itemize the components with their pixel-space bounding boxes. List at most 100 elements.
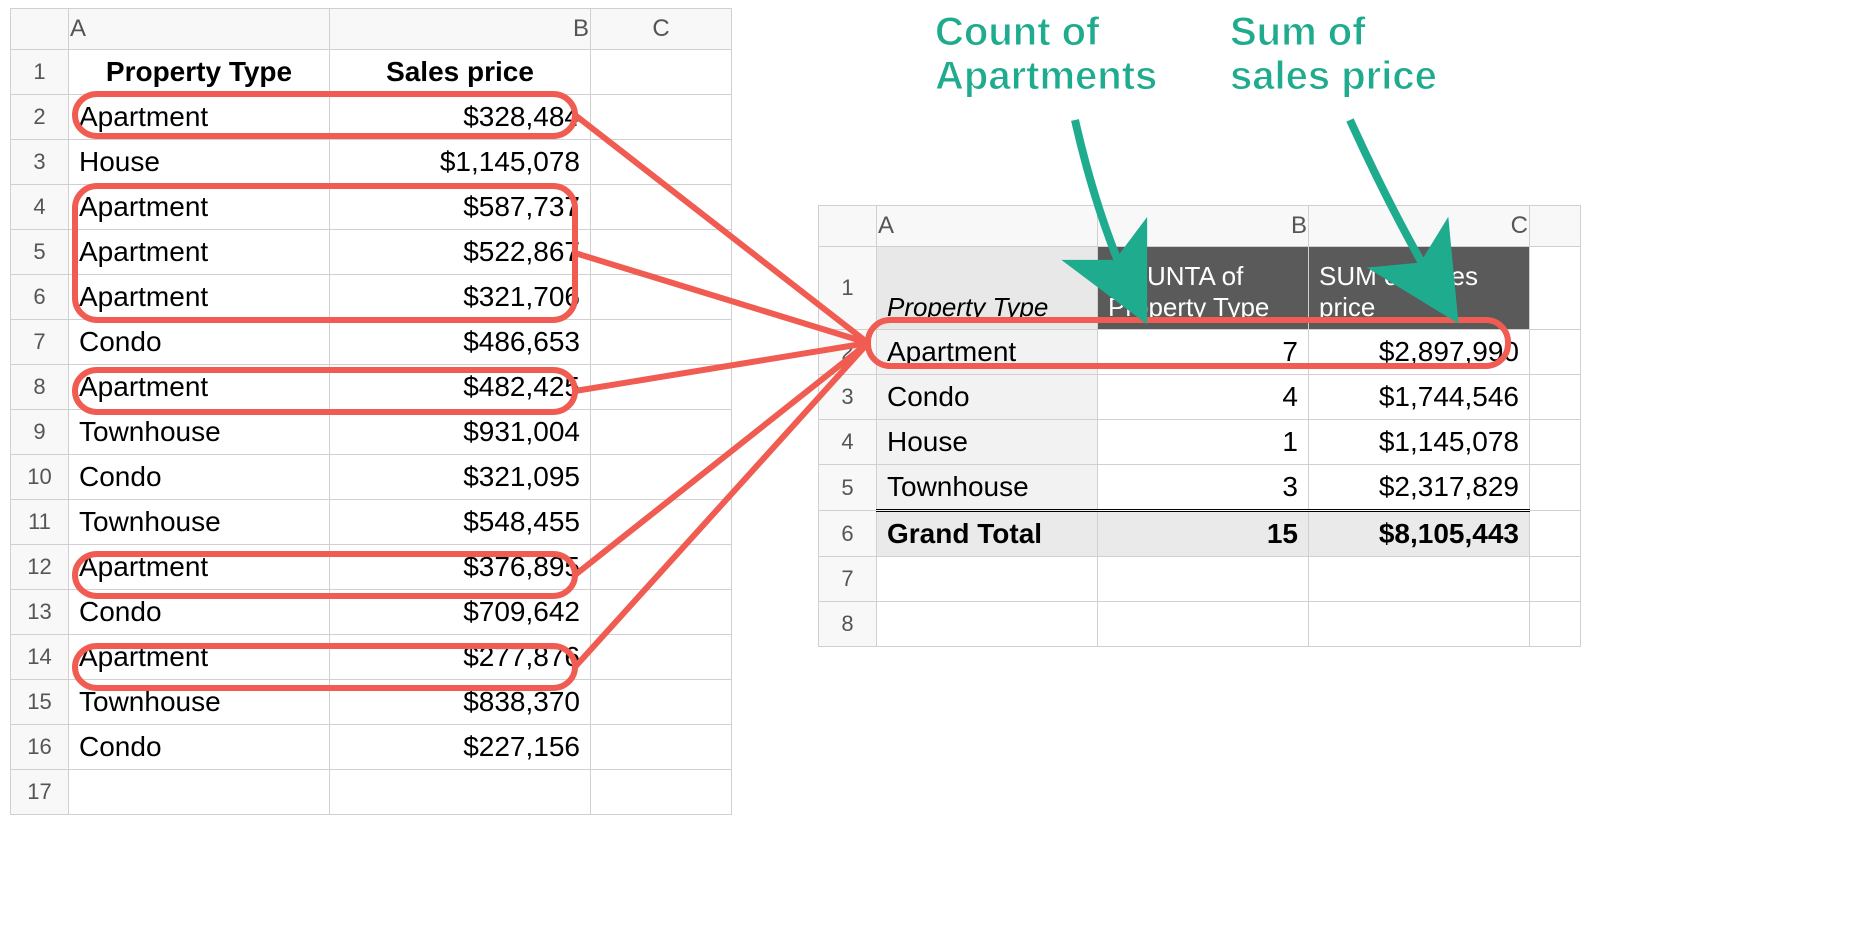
row-header-16[interactable]: 16 [11,725,69,770]
empty-cell[interactable] [1098,557,1309,602]
empty-cell[interactable] [591,50,732,95]
cell-property-type[interactable]: Condo [69,320,330,365]
empty-cell[interactable] [591,275,732,320]
pvt-row-header-8[interactable]: 8 [819,602,877,647]
empty-cell[interactable] [1530,247,1581,330]
row-header-12[interactable]: 12 [11,545,69,590]
row-header-1[interactable]: 1 [11,50,69,95]
pivot-table[interactable]: A B C 1 Property Type COUNTA of Property… [818,205,1581,647]
row-header-4[interactable]: 4 [11,185,69,230]
empty-cell[interactable] [591,185,732,230]
empty-cell[interactable] [591,590,732,635]
cell-sales-price[interactable]: $548,455 [330,500,591,545]
pvt-col-header-extra[interactable] [1530,206,1581,247]
cell-sales-price[interactable]: $1,145,078 [330,140,591,185]
pvt-cell-sum[interactable]: $2,317,829 [1309,465,1530,511]
row-header-11[interactable]: 11 [11,500,69,545]
empty-cell[interactable] [1530,511,1581,557]
pvt-row-header-4[interactable]: 4 [819,420,877,465]
cell-property-type[interactable]: Apartment [69,275,330,320]
empty-cell[interactable] [330,770,591,815]
source-data-table[interactable]: A B C 1 Property Type Sales price 2Apart… [10,8,732,815]
pvt-cell-type[interactable]: Townhouse [877,465,1098,511]
empty-cell[interactable] [591,545,732,590]
pvt-col-header-A[interactable]: A [877,206,1098,247]
row-header-2[interactable]: 2 [11,95,69,140]
pvt-cell-type[interactable]: House [877,420,1098,465]
cell-sales-price[interactable]: $838,370 [330,680,591,725]
cell-sales-price[interactable]: $227,156 [330,725,591,770]
cell-property-type[interactable]: Apartment [69,635,330,680]
empty-cell[interactable] [591,500,732,545]
empty-cell[interactable] [591,230,732,275]
empty-cell[interactable] [591,365,732,410]
cell-sales-price[interactable]: $522,867 [330,230,591,275]
empty-cell[interactable] [591,410,732,455]
cell-property-type[interactable]: Townhouse [69,500,330,545]
pvt-row-header-1[interactable]: 1 [819,247,877,330]
cell-property-type[interactable]: Apartment [69,95,330,140]
cell-property-type[interactable]: Townhouse [69,680,330,725]
pvt-cell-type[interactable]: Condo [877,375,1098,420]
pvt-row-header-2[interactable]: 2 [819,330,877,375]
empty-cell[interactable] [1530,375,1581,420]
pvt-cell-count[interactable]: 4 [1098,375,1309,420]
pvt-row-header-5[interactable]: 5 [819,465,877,511]
pvt-cell-count[interactable]: 3 [1098,465,1309,511]
empty-cell[interactable] [1530,465,1581,511]
cell-sales-price[interactable]: $931,004 [330,410,591,455]
empty-cell[interactable] [591,725,732,770]
empty-cell[interactable] [1530,330,1581,375]
row-header-5[interactable]: 5 [11,230,69,275]
row-header-6[interactable]: 6 [11,275,69,320]
row-header-13[interactable]: 13 [11,590,69,635]
cell-sales-price[interactable]: $376,895 [330,545,591,590]
cell-property-type[interactable]: Condo [69,725,330,770]
cell-property-type[interactable]: Apartment [69,365,330,410]
pvt-col-header-B[interactable]: B [1098,206,1309,247]
row-header-15[interactable]: 15 [11,680,69,725]
empty-cell[interactable] [877,557,1098,602]
empty-cell[interactable] [1530,602,1581,647]
col-header-A[interactable]: A [69,9,330,50]
pvt-row-header-6[interactable]: 6 [819,511,877,557]
empty-cell[interactable] [591,455,732,500]
pvt-header-property-type[interactable]: Property Type [877,247,1098,330]
cell-property-type[interactable]: Townhouse [69,410,330,455]
cell-property-type[interactable]: Apartment [69,545,330,590]
empty-cell[interactable] [1530,557,1581,602]
pvt-cell-type[interactable]: Apartment [877,330,1098,375]
cell-sales-price[interactable]: $321,706 [330,275,591,320]
pvt-total-sum[interactable]: $8,105,443 [1309,511,1530,557]
pvt-col-header-C[interactable]: C [1309,206,1530,247]
cell-sales-price[interactable]: $587,737 [330,185,591,230]
row-header-14[interactable]: 14 [11,635,69,680]
header-property-type[interactable]: Property Type [69,50,330,95]
empty-cell[interactable] [591,95,732,140]
pvt-total-count[interactable]: 15 [1098,511,1309,557]
cell-property-type[interactable]: Condo [69,590,330,635]
pvt-cell-sum[interactable]: $2,897,990 [1309,330,1530,375]
cell-sales-price[interactable]: $482,425 [330,365,591,410]
pvt-row-header-7[interactable]: 7 [819,557,877,602]
row-header-17[interactable]: 17 [11,770,69,815]
pvt-total-label[interactable]: Grand Total [877,511,1098,557]
pvt-cell-sum[interactable]: $1,744,546 [1309,375,1530,420]
cell-sales-price[interactable]: $328,484 [330,95,591,140]
empty-cell[interactable] [591,635,732,680]
corner-cell[interactable] [11,9,69,50]
pvt-cell-count[interactable]: 1 [1098,420,1309,465]
col-header-B[interactable]: B [330,9,591,50]
cell-sales-price[interactable]: $486,653 [330,320,591,365]
empty-cell[interactable] [591,680,732,725]
empty-cell[interactable] [1309,602,1530,647]
empty-cell[interactable] [69,770,330,815]
pvt-cell-sum[interactable]: $1,145,078 [1309,420,1530,465]
empty-cell[interactable] [1309,557,1530,602]
row-header-10[interactable]: 10 [11,455,69,500]
pvt-header-counta[interactable]: COUNTA of Property Type [1098,247,1309,330]
cell-property-type[interactable]: Condo [69,455,330,500]
cell-sales-price[interactable]: $709,642 [330,590,591,635]
cell-sales-price[interactable]: $277,876 [330,635,591,680]
empty-cell[interactable] [877,602,1098,647]
